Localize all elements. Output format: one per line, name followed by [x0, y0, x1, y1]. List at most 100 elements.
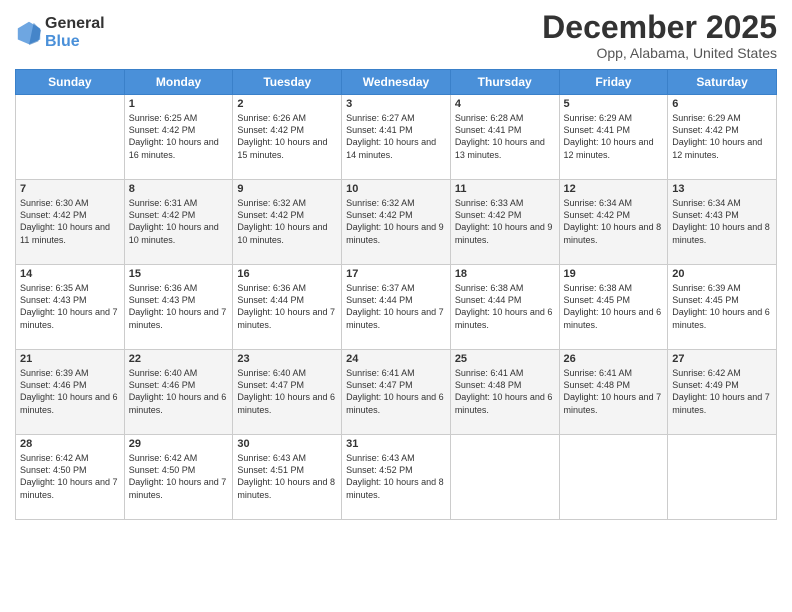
date-number: 9	[237, 183, 337, 195]
logo-icon	[15, 19, 43, 47]
col-friday: Friday	[559, 70, 668, 95]
cell-daylight-info: Sunrise: 6:39 AM Sunset: 4:45 PM Dayligh…	[672, 282, 772, 331]
cell-daylight-info: Sunrise: 6:42 AM Sunset: 4:50 PM Dayligh…	[20, 452, 120, 501]
cell-daylight-info: Sunrise: 6:43 AM Sunset: 4:51 PM Dayligh…	[237, 452, 337, 501]
cell-daylight-info: Sunrise: 6:27 AM Sunset: 4:41 PM Dayligh…	[346, 112, 446, 161]
calendar-cell: 24Sunrise: 6:41 AM Sunset: 4:47 PM Dayli…	[342, 350, 451, 435]
date-number: 21	[20, 353, 120, 365]
calendar-cell: 6 Sunrise: 6:29 AM Sunset: 4:42 PM Daylig…	[668, 95, 777, 180]
date-number: 28	[20, 438, 120, 450]
cell-daylight-info: Sunrise: 6:33 AM Sunset: 4:42 PM Dayligh…	[455, 197, 555, 246]
cell-daylight-info: Sunrise: 6:38 AM Sunset: 4:44 PM Dayligh…	[455, 282, 555, 331]
date-number: 14	[20, 268, 120, 280]
week-row-5: 28 Sunrise: 6:42 AM Sunset: 4:50 PM Dayli…	[16, 435, 777, 520]
calendar-cell: 2Sunrise: 6:26 AM Sunset: 4:42 PM Daylig…	[233, 95, 342, 180]
cell-daylight-info: Sunrise: 6:36 AM Sunset: 4:43 PM Dayligh…	[129, 282, 229, 331]
cell-daylight-info: Sunrise: 6:37 AM Sunset: 4:44 PM Dayligh…	[346, 282, 446, 331]
cell-daylight-info: Sunrise: 6:41 AM Sunset: 4:48 PM Dayligh…	[564, 367, 664, 416]
calendar-cell: 26 Sunrise: 6:41 AM Sunset: 4:48 PM Dayli…	[559, 350, 668, 435]
date-number: 16	[237, 268, 337, 280]
col-monday: Monday	[124, 70, 233, 95]
calendar-cell: 27 Sunrise: 6:42 AM Sunset: 4:49 PM Dayli…	[668, 350, 777, 435]
date-number: 3	[346, 98, 446, 110]
calendar-cell: 12 Sunrise: 6:34 AM Sunset: 4:42 PM Dayli…	[559, 180, 668, 265]
calendar-table: Sunday Monday Tuesday Wednesday Thursday…	[15, 69, 777, 520]
cell-daylight-info: Sunrise: 6:29 AM Sunset: 4:42 PM Dayligh…	[672, 112, 772, 161]
calendar-cell: 29Sunrise: 6:42 AM Sunset: 4:50 PM Dayli…	[124, 435, 233, 520]
date-number: 20	[672, 268, 772, 280]
header: General Blue December 2025 Opp, Alabama,…	[15, 10, 777, 61]
calendar-cell: 1 Sunrise: 6:25 AM Sunset: 4:42 PM Daylig…	[124, 95, 233, 180]
calendar-cell: 5Sunrise: 6:29 AM Sunset: 4:41 PM Daylig…	[559, 95, 668, 180]
calendar-cell: 11 Sunrise: 6:33 AM Sunset: 4:42 PM Dayli…	[450, 180, 559, 265]
logo-general-text: General	[45, 15, 105, 33]
calendar-cell: 13Sunrise: 6:34 AM Sunset: 4:43 PM Dayli…	[668, 180, 777, 265]
week-row-1: 1 Sunrise: 6:25 AM Sunset: 4:42 PM Daylig…	[16, 95, 777, 180]
calendar-cell: 18 Sunrise: 6:38 AM Sunset: 4:44 PM Dayli…	[450, 265, 559, 350]
cell-daylight-info: Sunrise: 6:30 AM Sunset: 4:42 PM Dayligh…	[20, 197, 120, 246]
cell-daylight-info: Sunrise: 6:42 AM Sunset: 4:49 PM Dayligh…	[672, 367, 772, 416]
date-number: 15	[129, 268, 229, 280]
logo: General Blue	[15, 15, 105, 50]
cell-daylight-info: Sunrise: 6:40 AM Sunset: 4:46 PM Dayligh…	[129, 367, 229, 416]
calendar-cell: 3 Sunrise: 6:27 AM Sunset: 4:41 PM Daylig…	[342, 95, 451, 180]
cell-daylight-info: Sunrise: 6:36 AM Sunset: 4:44 PM Dayligh…	[237, 282, 337, 331]
date-number: 10	[346, 183, 446, 195]
cell-daylight-info: Sunrise: 6:35 AM Sunset: 4:43 PM Dayligh…	[20, 282, 120, 331]
header-row: Sunday Monday Tuesday Wednesday Thursday…	[16, 70, 777, 95]
cell-daylight-info: Sunrise: 6:32 AM Sunset: 4:42 PM Dayligh…	[237, 197, 337, 246]
calendar-cell: 9 Sunrise: 6:32 AM Sunset: 4:42 PM Daylig…	[233, 180, 342, 265]
cell-daylight-info: Sunrise: 6:28 AM Sunset: 4:41 PM Dayligh…	[455, 112, 555, 161]
date-number: 19	[564, 268, 664, 280]
calendar-cell: 14 Sunrise: 6:35 AM Sunset: 4:43 PM Dayli…	[16, 265, 125, 350]
week-row-2: 7 Sunrise: 6:30 AM Sunset: 4:42 PM Daylig…	[16, 180, 777, 265]
date-number: 18	[455, 268, 555, 280]
date-number: 7	[20, 183, 120, 195]
date-number: 29	[129, 438, 229, 450]
week-row-3: 14 Sunrise: 6:35 AM Sunset: 4:43 PM Dayli…	[16, 265, 777, 350]
page: General Blue December 2025 Opp, Alabama,…	[0, 0, 792, 612]
calendar-cell: 8 Sunrise: 6:31 AM Sunset: 4:42 PM Daylig…	[124, 180, 233, 265]
calendar-cell: 17 Sunrise: 6:37 AM Sunset: 4:44 PM Dayli…	[342, 265, 451, 350]
calendar-cell: 25 Sunrise: 6:41 AM Sunset: 4:48 PM Dayli…	[450, 350, 559, 435]
date-number: 24	[346, 353, 446, 365]
calendar-cell: 19 Sunrise: 6:38 AM Sunset: 4:45 PM Dayli…	[559, 265, 668, 350]
calendar-cell: 7 Sunrise: 6:30 AM Sunset: 4:42 PM Daylig…	[16, 180, 125, 265]
calendar-cell: 31 Sunrise: 6:43 AM Sunset: 4:52 PM Dayli…	[342, 435, 451, 520]
col-thursday: Thursday	[450, 70, 559, 95]
calendar-cell	[450, 435, 559, 520]
calendar-cell: 30 Sunrise: 6:43 AM Sunset: 4:51 PM Dayli…	[233, 435, 342, 520]
cell-daylight-info: Sunrise: 6:32 AM Sunset: 4:42 PM Dayligh…	[346, 197, 446, 246]
cell-daylight-info: Sunrise: 6:25 AM Sunset: 4:42 PM Dayligh…	[129, 112, 229, 161]
date-number: 30	[237, 438, 337, 450]
cell-daylight-info: Sunrise: 6:40 AM Sunset: 4:47 PM Dayligh…	[237, 367, 337, 416]
date-number: 6	[672, 98, 772, 110]
calendar-cell	[16, 95, 125, 180]
date-number: 26	[564, 353, 664, 365]
date-number: 8	[129, 183, 229, 195]
date-number: 17	[346, 268, 446, 280]
date-number: 11	[455, 183, 555, 195]
calendar-cell: 4 Sunrise: 6:28 AM Sunset: 4:41 PM Daylig…	[450, 95, 559, 180]
logo-text: General Blue	[45, 15, 105, 50]
date-number: 27	[672, 353, 772, 365]
cell-daylight-info: Sunrise: 6:26 AM Sunset: 4:42 PM Dayligh…	[237, 112, 337, 161]
cell-daylight-info: Sunrise: 6:41 AM Sunset: 4:48 PM Dayligh…	[455, 367, 555, 416]
cell-daylight-info: Sunrise: 6:38 AM Sunset: 4:45 PM Dayligh…	[564, 282, 664, 331]
date-number: 22	[129, 353, 229, 365]
week-row-4: 21 Sunrise: 6:39 AM Sunset: 4:46 PM Dayli…	[16, 350, 777, 435]
date-number: 4	[455, 98, 555, 110]
cell-daylight-info: Sunrise: 6:34 AM Sunset: 4:42 PM Dayligh…	[564, 197, 664, 246]
calendar-cell: 28 Sunrise: 6:42 AM Sunset: 4:50 PM Dayli…	[16, 435, 125, 520]
date-number: 1	[129, 98, 229, 110]
logo-blue-text: Blue	[45, 33, 105, 51]
cell-daylight-info: Sunrise: 6:31 AM Sunset: 4:42 PM Dayligh…	[129, 197, 229, 246]
subtitle: Opp, Alabama, United States	[542, 45, 777, 61]
date-number: 25	[455, 353, 555, 365]
cell-daylight-info: Sunrise: 6:39 AM Sunset: 4:46 PM Dayligh…	[20, 367, 120, 416]
date-number: 31	[346, 438, 446, 450]
date-number: 12	[564, 183, 664, 195]
col-wednesday: Wednesday	[342, 70, 451, 95]
col-tuesday: Tuesday	[233, 70, 342, 95]
cell-daylight-info: Sunrise: 6:43 AM Sunset: 4:52 PM Dayligh…	[346, 452, 446, 501]
